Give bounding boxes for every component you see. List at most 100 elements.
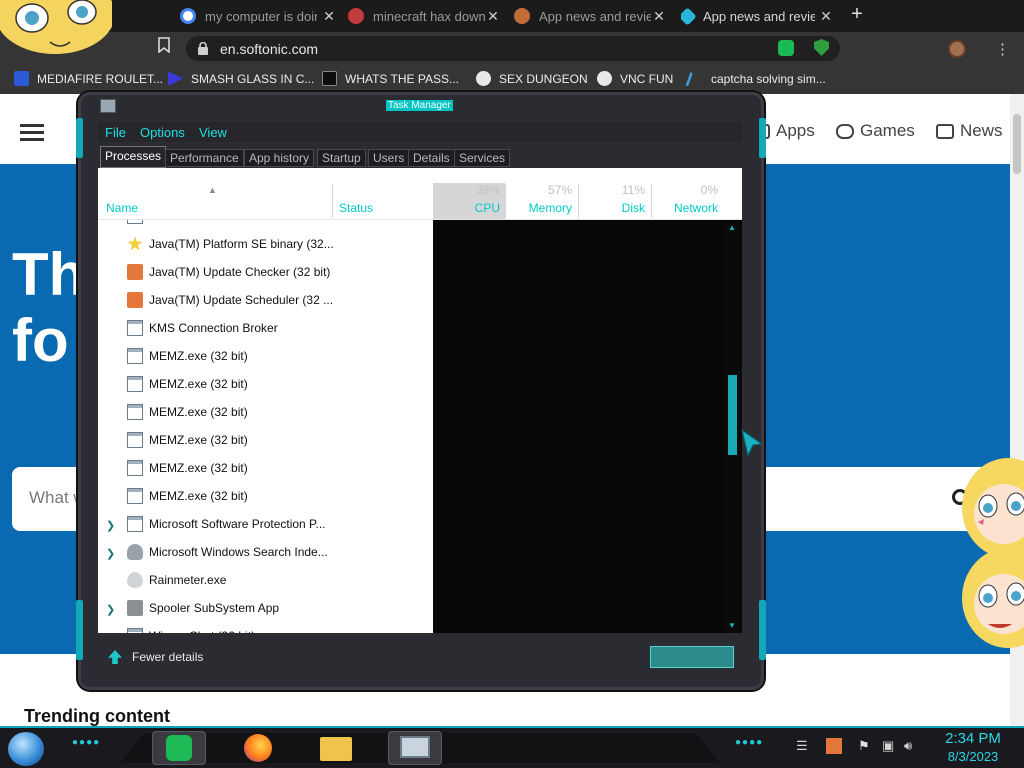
tab-close-icon[interactable]: ✕: [322, 8, 336, 25]
nav-news[interactable]: News: [936, 121, 1003, 141]
table-row[interactable]: ❯ Spooler SubSystem App: [98, 594, 433, 622]
table-row[interactable]: Wimax Chat (32 bit): [98, 622, 433, 633]
browser-toolbar: en.softonic.com: [0, 32, 1024, 64]
scrollbar-thumb[interactable]: [728, 375, 737, 455]
browser-tab[interactable]: minecraft hax downl ✕: [348, 4, 500, 28]
table-row[interactable]: Java(TM) Update Scheduler (32 ...: [98, 286, 433, 314]
process-name: Host Process for Windows Tasks: [149, 220, 324, 223]
nav-apps[interactable]: Apps: [758, 121, 815, 141]
column-memory[interactable]: Memory: [508, 201, 572, 215]
start-button[interactable]: [8, 732, 44, 766]
process-name: Java(TM) Update Scheduler (32 ...: [149, 293, 334, 307]
table-row[interactable]: Java(TM) Platform SE binary (32...: [98, 230, 433, 258]
avatar[interactable]: [948, 40, 966, 58]
tab-performance[interactable]: Performance: [165, 149, 244, 167]
table-row[interactable]: KMS Connection Broker: [98, 314, 433, 342]
scroll-down-icon[interactable]: ▼: [728, 621, 736, 630]
network-icon[interactable]: ▣: [882, 738, 894, 754]
process-list-panel: ▲ Name Status 39% CPU 57% Memory 11% Dis…: [98, 168, 742, 633]
bookmark-item[interactable]: MEDIAFIRE ROULET...: [14, 71, 163, 86]
cartoon-face-image: [0, 0, 112, 54]
table-row[interactable]: MEMZ.exe (32 bit): [98, 398, 433, 426]
table-row[interactable]: MEMZ.exe (32 bit): [98, 482, 433, 510]
app-window-icon: [127, 376, 143, 392]
softonic-favicon-icon: [681, 6, 697, 26]
frame-glow: [76, 600, 83, 660]
table-row[interactable]: Host Process for Windows Tasks: [98, 220, 433, 230]
column-disk[interactable]: Disk: [581, 201, 645, 215]
printer-icon: [127, 600, 143, 616]
column-cpu[interactable]: CPU: [436, 201, 500, 215]
table-row[interactable]: Rainmeter.exe: [98, 566, 433, 594]
security-flag-icon[interactable]: ⚑: [858, 738, 870, 754]
bookmark-page-icon[interactable]: [157, 37, 171, 53]
app-window-icon: [127, 320, 143, 336]
table-row[interactable]: MEMZ.exe (32 bit): [98, 454, 433, 482]
java-tray-icon[interactable]: [826, 738, 842, 754]
bookmark-item[interactable]: VNC FUN: [597, 71, 673, 86]
tab-details[interactable]: Details: [408, 149, 455, 167]
bookmark-item[interactable]: WHATS THE PASS...: [322, 71, 459, 86]
clock-time[interactable]: 2:34 PM: [938, 730, 1008, 747]
java-star-icon: [127, 236, 143, 251]
tab-services[interactable]: Services: [454, 149, 511, 167]
page-scrollbar-thumb[interactable]: [1013, 114, 1021, 174]
rainmeter-drop-icon: [127, 572, 143, 588]
taskbar-spotify-button[interactable]: [152, 731, 206, 765]
menu-file[interactable]: File: [105, 125, 126, 140]
column-status[interactable]: Status: [339, 201, 373, 215]
table-row[interactable]: MEMZ.exe (32 bit): [98, 342, 433, 370]
extension-icon[interactable]: [778, 40, 794, 56]
table-row[interactable]: Java(TM) Update Checker (32 bit): [98, 258, 433, 286]
frame-glow: [759, 118, 766, 158]
bookmark-item[interactable]: SEX DUNGEON: [476, 71, 588, 86]
process-list-scrollbar[interactable]: ▲ ▼: [724, 220, 742, 633]
app-window-icon: [127, 432, 143, 448]
tab-app-history[interactable]: App history: [244, 149, 315, 167]
browser-tab[interactable]: my computer is doin ✕: [180, 4, 336, 28]
cartoon-face-image: [962, 458, 1024, 648]
tab-title: my computer is doin: [205, 8, 317, 24]
expand-chevron-icon[interactable]: ❯: [106, 547, 115, 560]
taskbar-firefox-button[interactable]: [232, 731, 286, 765]
expand-chevron-icon[interactable]: ❯: [106, 519, 115, 532]
table-row[interactable]: ❯ Microsoft Windows Search Inde...: [98, 538, 433, 566]
bookmark-label: WHATS THE PASS...: [345, 71, 460, 86]
column-divider: [578, 184, 579, 218]
tab-close-icon[interactable]: ✕: [486, 8, 500, 25]
table-row[interactable]: MEMZ.exe (32 bit): [98, 370, 433, 398]
new-tab-button[interactable]: +: [846, 4, 868, 26]
end-task-button[interactable]: [650, 646, 734, 668]
bookmark-item[interactable]: captcha solving sim...: [685, 71, 826, 86]
taskbar-task-manager-button[interactable]: [388, 731, 442, 765]
browser-tab[interactable]: App news and revie ✕: [514, 4, 666, 28]
menu-options[interactable]: Options: [140, 125, 185, 140]
hamburger-menu-icon[interactable]: [20, 124, 44, 127]
process-name: MEMZ.exe (32 bit): [149, 349, 248, 363]
fewer-details-button[interactable]: Fewer details: [108, 650, 203, 664]
browser-tab-active[interactable]: App news and revie ✕: [681, 4, 833, 28]
taskbar-explorer-button[interactable]: [310, 731, 364, 765]
action-center-icon[interactable]: ☰: [796, 738, 808, 754]
tab-processes[interactable]: Processes: [100, 146, 167, 168]
expand-chevron-icon[interactable]: ❯: [106, 603, 115, 616]
browser-menu-icon[interactable]: ⋮: [995, 40, 1010, 58]
app-window-icon: [127, 348, 143, 364]
clock-date[interactable]: 8/3/2023: [938, 749, 1008, 764]
table-row[interactable]: ❯ Microsoft Software Protection P...: [98, 510, 433, 538]
column-network[interactable]: Network: [654, 201, 718, 215]
tab-users[interactable]: Users: [368, 149, 410, 167]
column-name[interactable]: Name: [106, 201, 138, 215]
scroll-up-icon[interactable]: ▲: [728, 223, 736, 232]
tab-startup[interactable]: Startup: [317, 149, 366, 167]
menu-view[interactable]: View: [199, 125, 227, 140]
address-bar[interactable]: en.softonic.com: [186, 36, 840, 61]
nav-games[interactable]: Games: [836, 121, 915, 141]
fewer-details-label: Fewer details: [132, 650, 204, 664]
volume-icon[interactable]: 🔊︎: [904, 738, 912, 754]
bookmark-item[interactable]: SMASH GLASS IN C...: [168, 71, 314, 86]
tab-close-icon[interactable]: ✕: [652, 8, 666, 25]
process-name: Java(TM) Platform SE binary (32...: [149, 237, 334, 251]
table-row[interactable]: MEMZ.exe (32 bit): [98, 426, 433, 454]
tab-close-icon[interactable]: ✕: [819, 8, 833, 25]
